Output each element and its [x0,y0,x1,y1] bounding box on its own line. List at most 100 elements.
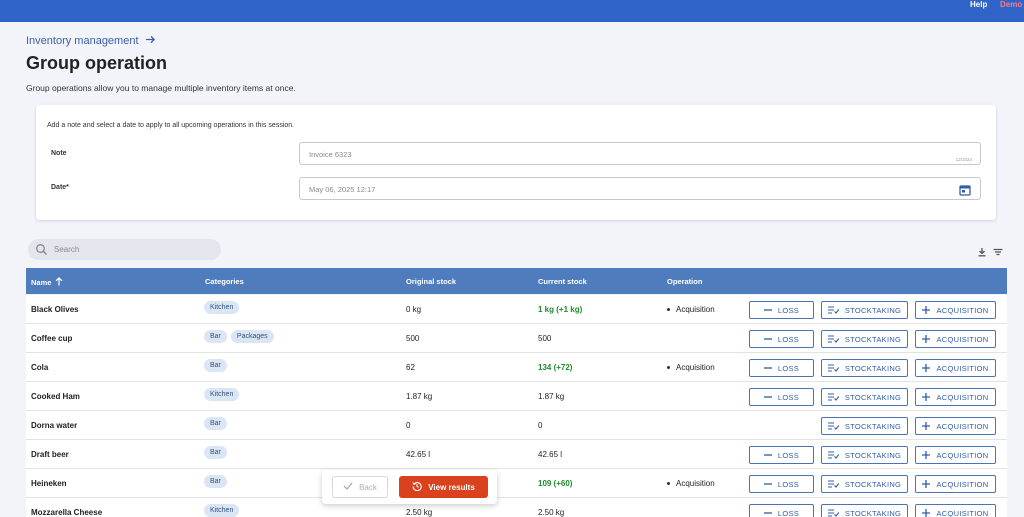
category-list: Kitchen [204,301,240,314]
stocktaking-button[interactable]: STOCKTAKING [821,330,908,348]
column-original-stock: Original stock [406,277,457,286]
acquisition-button[interactable]: ACQUISITION [915,330,996,348]
table-row: Cooked Ham Kitchen 1.87 kg 1.87 kg LOSS STOCK… [26,382,1007,411]
loss-label: LOSS [777,305,800,315]
stocktaking-button[interactable]: STOCKTAKING [821,301,908,319]
item-name: Mozzarella Cheese [31,508,103,517]
list-check-icon [827,393,839,401]
demo-badge[interactable]: Demo [1000,0,1022,9]
category-chip: Bar [204,475,227,488]
date-value: May 06, 2025 12:17 [309,185,376,194]
loss-label: LOSS [777,363,800,373]
loss-button[interactable]: LOSS [749,475,814,493]
minus-icon [763,483,772,485]
page-title: Group operation [26,53,167,73]
date-label: Date* [51,184,69,191]
current-stock: 2.50 kg [538,508,565,517]
stocktaking-button[interactable]: STOCKTAKING [821,475,908,493]
acquisition-button[interactable]: ACQUISITION [915,301,996,319]
bullet-icon [667,482,670,485]
list-check-icon [827,306,839,314]
original-stock: 2.50 kg [406,508,433,517]
category-chip: Bar [204,330,227,343]
loss-button[interactable]: LOSS [749,359,814,377]
calendar-icon[interactable] [959,183,971,196]
note-label: Note [51,150,67,157]
acquisition-button[interactable]: ACQUISITION [915,475,996,493]
table-row: Draft beer Bar 42.65 l 42.65 l LOSS STOCKTAKI… [26,440,1007,469]
acquisition-button[interactable]: ACQUISITION [915,388,996,406]
current-stock: 0 [538,421,543,430]
loss-label: LOSS [777,334,800,344]
stocktaking-button[interactable]: STOCKTAKING [821,446,908,464]
minus-icon [763,309,772,311]
page-subtitle: Group operations allow you to manage mul… [26,83,296,93]
stocktaking-button[interactable]: STOCKTAKING [821,504,908,517]
acquisition-button[interactable]: ACQUISITION [915,359,996,377]
column-name[interactable]: Name [31,277,63,288]
breadcrumb[interactable]: Inventory management [26,34,156,48]
loss-button[interactable]: LOSS [749,301,814,319]
stocktaking-label: STOCKTAKING [844,421,902,431]
category-list: Bar [204,475,227,488]
history-icon [412,481,422,493]
acquisition-label: ACQUISITION [936,305,989,315]
view-results-button[interactable]: View results [399,476,488,498]
category-list: Bar [204,446,227,459]
acquisition-button[interactable]: ACQUISITION [915,417,996,435]
stocktaking-button[interactable]: STOCKTAKING [821,417,908,435]
acquisition-label: ACQUISITION [936,363,989,373]
view-results-label: View results [428,482,475,492]
minus-icon [763,338,772,340]
category-chip: Packages [230,330,274,343]
date-field[interactable]: May 06, 2025 12:17 [299,177,981,200]
acquisition-button[interactable]: ACQUISITION [915,504,996,517]
table-row: Mozzarella Cheese Kitchen 2.50 kg 2.50 kg LO… [26,498,1007,517]
stocktaking-label: STOCKTAKING [844,479,902,489]
arrow-right-icon [145,34,156,48]
sort-up-icon[interactable] [55,277,63,288]
operation-label: Acquisition [676,479,715,488]
original-stock: 0 kg [406,305,422,314]
acquisition-label: ACQUISITION [936,392,989,402]
stocktaking-label: STOCKTAKING [844,450,902,460]
operation-status: Acquisition [667,479,715,488]
search-input[interactable]: Search [28,239,221,260]
category-chip: Bar [204,446,227,459]
column-name-label: Name [31,278,52,287]
column-categories: Categories [205,277,244,286]
current-stock: 134 (+72) [538,363,573,372]
category-list: Kitchen [204,504,240,517]
filter-icon[interactable] [993,244,1003,256]
original-stock: 62 [406,363,415,372]
help-link[interactable]: Help [970,0,987,9]
loss-button[interactable]: LOSS [749,446,814,464]
plus-icon [922,364,931,372]
top-app-bar: Help Demo [0,0,1024,22]
loss-button[interactable]: LOSS [749,330,814,348]
note-value: Invoice 6323 [309,150,352,159]
bullet-icon [667,308,670,311]
stocktaking-button[interactable]: STOCKTAKING [821,388,908,406]
acquisition-label: ACQUISITION [936,334,989,344]
list-check-icon [827,335,839,343]
category-list: Bar [204,359,227,372]
category-chip: Kitchen [204,301,240,314]
note-field[interactable]: Invoice 6323 12/1024 [299,142,981,165]
acquisition-label: ACQUISITION [936,508,989,517]
loss-button[interactable]: LOSS [749,388,814,406]
back-button[interactable]: Back [332,476,388,498]
category-list: Bar Packages [204,330,274,343]
list-check-icon [827,480,839,488]
loss-label: LOSS [777,392,800,402]
item-name: Heineken [31,479,67,488]
download-icon[interactable] [977,244,987,257]
acquisition-button[interactable]: ACQUISITION [915,446,996,464]
loss-button[interactable]: LOSS [749,504,814,517]
stocktaking-label: STOCKTAKING [844,305,902,315]
breadcrumb-link[interactable]: Inventory management [26,35,139,47]
original-stock: 1.87 kg [406,392,433,401]
plus-icon [922,306,931,314]
stocktaking-button[interactable]: STOCKTAKING [821,359,908,377]
operation-status: Acquisition [667,305,715,314]
